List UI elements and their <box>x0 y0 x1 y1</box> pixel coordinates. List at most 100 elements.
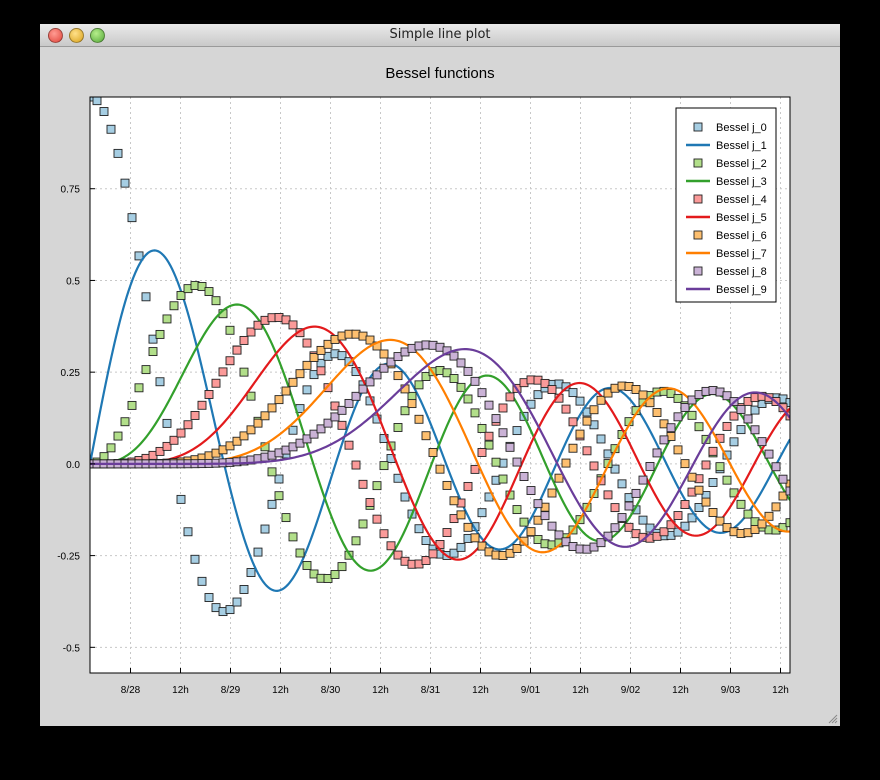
legend-label: Bessel j_0 <box>716 122 767 134</box>
data-point <box>596 434 606 444</box>
data-point <box>666 423 676 433</box>
title-bar[interactable]: Simple line plot <box>40 24 840 47</box>
data-point <box>582 416 592 426</box>
data-point <box>162 418 172 428</box>
data-point <box>141 292 151 302</box>
data-point <box>680 500 690 509</box>
data-point <box>589 405 599 415</box>
data-point <box>372 481 382 491</box>
data-point <box>617 479 627 489</box>
legend-label: Bessel j_2 <box>716 158 767 170</box>
data-point <box>701 460 711 470</box>
data-point <box>288 377 298 387</box>
resize-grip-icon[interactable] <box>826 712 838 724</box>
x-tick-label: 12h <box>572 685 589 696</box>
data-point <box>92 97 102 106</box>
data-point <box>526 527 536 537</box>
data-point <box>477 388 487 398</box>
data-point <box>771 502 781 512</box>
window-title: Simple line plot <box>389 27 491 42</box>
data-point <box>449 496 459 506</box>
x-tick-label: 8/31 <box>421 685 441 696</box>
data-point <box>512 457 522 467</box>
data-point <box>589 461 599 471</box>
data-point <box>638 515 648 525</box>
data-point <box>526 486 536 495</box>
data-point <box>358 479 368 489</box>
data-point <box>575 396 585 406</box>
data-point <box>568 443 578 453</box>
data-point <box>750 425 760 435</box>
data-point <box>295 369 305 379</box>
data-point <box>463 481 473 491</box>
data-point <box>659 435 669 445</box>
data-point <box>442 480 452 490</box>
data-point <box>169 301 179 311</box>
data-point <box>477 423 487 433</box>
legend-swatch <box>693 122 703 132</box>
data-point <box>218 367 228 377</box>
y-tick-label: -0.25 <box>57 552 80 563</box>
data-point <box>575 429 585 439</box>
data-point <box>568 388 578 398</box>
data-point <box>302 338 312 348</box>
data-point <box>379 529 389 539</box>
data-point <box>456 382 466 392</box>
data-point <box>134 383 144 393</box>
data-point <box>708 478 718 487</box>
data-point <box>183 420 193 430</box>
data-point <box>99 107 109 116</box>
data-point <box>400 492 410 502</box>
data-point <box>197 400 207 410</box>
data-point <box>337 562 347 572</box>
data-point <box>463 522 473 532</box>
data-point <box>554 473 564 483</box>
data-point <box>519 517 529 527</box>
data-point <box>603 490 613 500</box>
data-point <box>281 513 291 523</box>
data-point <box>351 536 361 546</box>
data-point <box>225 605 235 615</box>
data-point <box>456 542 466 552</box>
data-point <box>652 408 662 417</box>
data-point <box>337 420 347 430</box>
data-point <box>533 499 543 509</box>
data-point <box>288 320 298 330</box>
data-point <box>379 349 389 359</box>
y-tick-label: 0.75 <box>61 185 81 196</box>
data-point <box>295 548 305 558</box>
data-point <box>610 503 620 513</box>
data-point <box>267 403 277 413</box>
data-point <box>470 464 480 474</box>
legend-swatch <box>693 194 703 204</box>
data-point <box>561 404 571 414</box>
data-point <box>239 585 249 594</box>
data-point <box>204 593 214 602</box>
data-point <box>155 377 165 387</box>
data-point <box>722 475 732 485</box>
data-point <box>302 561 312 570</box>
x-tick-label: 9/03 <box>721 685 741 696</box>
data-point <box>260 524 270 534</box>
data-point <box>379 461 389 471</box>
data-point <box>547 385 557 394</box>
data-point <box>680 459 690 469</box>
data-point <box>211 296 221 306</box>
data-point <box>162 314 172 324</box>
data-point <box>757 437 767 447</box>
data-point <box>456 358 466 368</box>
x-tick-label: 8/30 <box>321 685 341 696</box>
data-point <box>239 335 249 345</box>
data-point <box>778 474 788 484</box>
data-point <box>463 366 473 376</box>
data-point <box>239 367 249 377</box>
legend-label: Bessel j_6 <box>716 230 767 242</box>
y-tick-label: -0.5 <box>63 643 81 654</box>
x-tick-label: 12h <box>472 685 489 696</box>
data-point <box>764 449 774 459</box>
x-tick-label: 12h <box>172 685 189 696</box>
data-point <box>232 345 242 355</box>
data-point <box>127 213 137 223</box>
data-point <box>547 521 557 531</box>
data-point <box>470 376 480 386</box>
